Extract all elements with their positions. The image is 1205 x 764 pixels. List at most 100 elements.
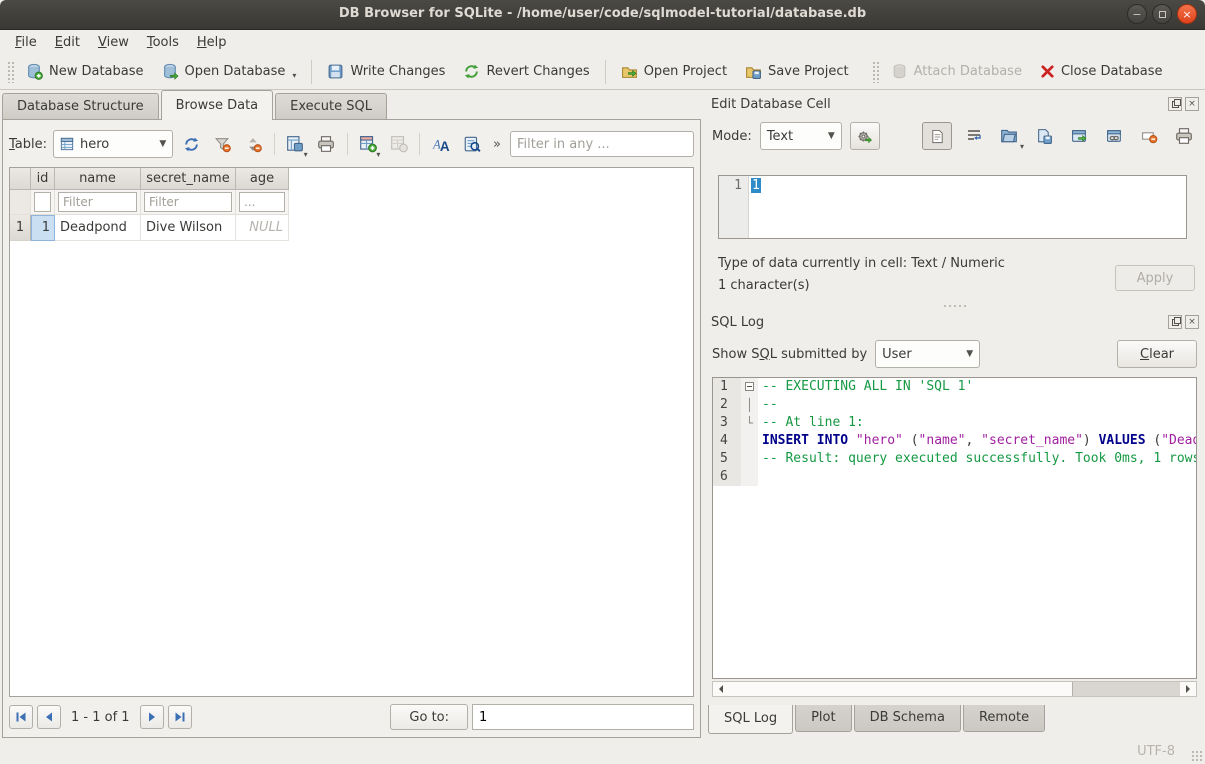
scrollbar-thumb[interactable] — [1072, 682, 1180, 696]
open-project-icon — [621, 63, 638, 80]
set-null-icon — [1141, 128, 1158, 145]
column-header-name[interactable]: name — [55, 168, 141, 190]
column-header-secret-name[interactable]: secret_name — [141, 168, 236, 190]
fold-marker-icon[interactable] — [741, 378, 758, 396]
clear-filters-icon — [214, 136, 231, 153]
previous-record-button[interactable] — [37, 705, 61, 729]
table-select[interactable]: hero ▼ — [53, 130, 173, 158]
open-project-button[interactable]: Open Project — [612, 58, 736, 85]
insert-record-button[interactable]: ▾ — [356, 131, 381, 157]
close-icon[interactable]: × — [1177, 4, 1197, 24]
clear-log-button[interactable]: Clear — [1117, 340, 1197, 368]
filter-input-id[interactable] — [34, 192, 51, 212]
menu-view[interactable]: View — [89, 32, 138, 53]
submitted-by-select[interactable]: User ▼ — [875, 340, 980, 368]
menu-file[interactable]: File — [6, 32, 46, 53]
export-table-button[interactable]: ▾ — [283, 131, 308, 157]
clear-sorting-button[interactable] — [241, 131, 266, 157]
last-record-button[interactable] — [168, 705, 192, 729]
tab-plot[interactable]: Plot — [795, 705, 852, 732]
main-tabbar: Database Structure Browse Data Execute S… — [2, 92, 389, 120]
float-dock-icon[interactable] — [1168, 315, 1182, 329]
print-table-button[interactable] — [314, 131, 339, 157]
toolbar-separator — [605, 60, 606, 84]
save-project-button[interactable]: Save Project — [736, 58, 858, 85]
set-null-button[interactable] — [1136, 123, 1162, 149]
tab-remote[interactable]: Remote — [963, 705, 1045, 732]
goto-button[interactable]: Go to: — [390, 704, 468, 730]
export-cell-button[interactable] — [1031, 123, 1057, 149]
word-wrap-button[interactable] — [961, 123, 987, 149]
find-button[interactable] — [459, 131, 484, 157]
table-toolbar: Table: hero ▼ — [9, 128, 694, 160]
scroll-right-icon[interactable] — [1180, 682, 1196, 696]
grid-corner[interactable] — [10, 168, 31, 190]
grid-header-row: id name secret_name age — [10, 168, 693, 190]
cell-secret-name[interactable]: Dive Wilson — [141, 215, 236, 241]
filter-input-secret-name[interactable] — [144, 192, 232, 212]
open-in-external-button[interactable] — [1066, 123, 1092, 149]
export-table-dropdown-icon[interactable]: ▾ — [304, 150, 308, 159]
write-changes-button[interactable]: Write Changes — [318, 58, 454, 85]
menu-edit[interactable]: Edit — [46, 32, 89, 53]
next-record-button[interactable] — [140, 705, 164, 729]
text-mode-button[interactable] — [922, 122, 952, 150]
log-horizontal-scrollbar[interactable] — [712, 681, 1197, 697]
menu-help[interactable]: Help — [188, 32, 236, 53]
encoding-indicator[interactable]: UTF-8 — [1137, 744, 1175, 759]
new-database-button[interactable]: New Database — [17, 58, 153, 85]
clear-filters-button[interactable] — [210, 131, 235, 157]
window-title: DB Browser for SQLite - /home/user/code/… — [0, 6, 1205, 21]
chevron-down-icon: ▼ — [966, 349, 973, 359]
tab-execute-sql[interactable]: Execute SQL — [275, 93, 387, 120]
filter-any-input[interactable] — [510, 131, 694, 157]
find-icon — [463, 135, 481, 153]
cell-id[interactable]: 1 — [31, 215, 55, 241]
auto-apply-button[interactable] — [850, 122, 880, 150]
cell-age[interactable]: NULL — [236, 215, 289, 241]
revert-changes-button[interactable]: Revert Changes — [454, 58, 598, 85]
tab-db-schema[interactable]: DB Schema — [854, 705, 961, 732]
first-record-button[interactable] — [9, 705, 33, 729]
sql-log-dock-header: SQL Log × — [705, 312, 1205, 332]
resize-grip[interactable] — [1191, 750, 1203, 762]
filter-input-age[interactable] — [239, 192, 285, 212]
open-database-dropdown-icon[interactable]: ▾ — [292, 71, 296, 80]
refresh-button[interactable] — [179, 131, 204, 157]
close-database-button[interactable]: Close Database — [1031, 59, 1172, 84]
right-panel: Edit Database Cell × Mode: Text ▼ — [705, 90, 1205, 740]
print-cell-button[interactable] — [1171, 123, 1197, 149]
row-number[interactable]: 1 — [10, 215, 31, 241]
next-record-icon — [146, 711, 158, 723]
new-database-icon — [26, 63, 43, 80]
tab-browse-data[interactable]: Browse Data — [161, 90, 274, 120]
dock-splitter[interactable] — [705, 302, 1205, 310]
maximize-icon[interactable] — [1152, 4, 1172, 24]
insert-record-dropdown-icon[interactable]: ▾ — [376, 150, 380, 159]
data-grid: id name secret_name age 1 1 Deadpond Div… — [9, 167, 694, 697]
toolbar-overflow-button[interactable]: » — [493, 137, 501, 152]
cell-name[interactable]: Deadpond — [55, 215, 141, 241]
scroll-left-icon[interactable] — [713, 682, 729, 696]
close-dock-icon[interactable]: × — [1185, 97, 1199, 111]
tab-sql-log[interactable]: SQL Log — [708, 705, 793, 734]
import-dropdown-icon[interactable]: ▾ — [1020, 142, 1024, 151]
column-header-age[interactable]: age — [236, 168, 289, 190]
close-dock-icon[interactable]: × — [1185, 315, 1199, 329]
save-document-icon — [1036, 128, 1053, 145]
float-dock-icon[interactable] — [1168, 97, 1182, 111]
chevron-down-icon: ▼ — [828, 131, 835, 141]
sql-log-view[interactable]: 1 -- EXECUTING ALL IN 'SQL 1' 2 │ -- 3 └… — [712, 377, 1197, 679]
open-database-button[interactable]: Open Database ▾ — [153, 58, 306, 85]
minimize-icon[interactable]: − — [1127, 4, 1147, 24]
column-header-id[interactable]: id — [31, 168, 55, 190]
goto-input[interactable] — [472, 704, 694, 730]
tab-database-structure[interactable]: Database Structure — [2, 93, 159, 120]
font-settings-button[interactable]: A A — [428, 131, 453, 157]
import-cell-button[interactable]: ▾ — [996, 123, 1022, 149]
mode-select[interactable]: Text ▼ — [760, 122, 842, 150]
menu-tools[interactable]: Tools — [138, 32, 188, 53]
cell-editor[interactable]: 1 1 — [718, 175, 1187, 239]
copy-link-button[interactable] — [1101, 123, 1127, 149]
filter-input-name[interactable] — [58, 192, 137, 212]
